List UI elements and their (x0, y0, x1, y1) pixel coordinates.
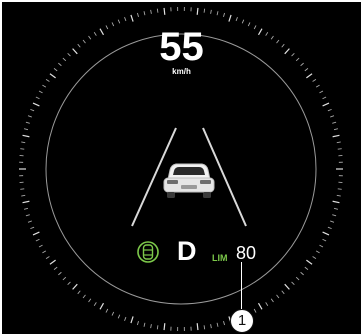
tick-mark (156, 325, 159, 330)
tick-mark (163, 323, 166, 331)
tick-mark (20, 188, 25, 190)
callout-marker: 1 (230, 309, 254, 333)
tick-mark (196, 323, 199, 331)
gear-indicator: D (177, 236, 197, 266)
tick-mark (337, 188, 342, 190)
callout-leader-line (241, 262, 243, 309)
tick-mark (163, 7, 166, 15)
tick-mark (337, 148, 342, 150)
speed-limit-value: 80 (236, 243, 257, 263)
speed-readout: 55 (159, 25, 204, 69)
speed-unit: km/h (172, 67, 191, 76)
instrument-cluster: 55 km/h D LIM 80 1 (0, 0, 363, 336)
tick-mark (156, 8, 159, 13)
tick-mark (196, 7, 199, 15)
tick-mark (203, 325, 206, 330)
tick-mark (203, 8, 206, 13)
tick-mark (20, 148, 25, 150)
speed-limit-label: LIM (212, 253, 228, 263)
